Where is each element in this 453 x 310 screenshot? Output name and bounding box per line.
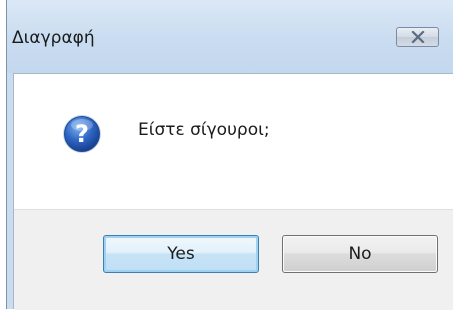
yes-button[interactable]: Yes bbox=[103, 235, 259, 273]
question-icon: ? bbox=[63, 115, 101, 153]
title-bar[interactable]: Διαγραφή bbox=[7, 0, 453, 73]
svg-text:?: ? bbox=[75, 120, 89, 148]
dialog-window: Διαγραφή ? Είστε σίγουροι; Yes No bbox=[6, 0, 453, 310]
close-button[interactable] bbox=[396, 27, 439, 47]
yes-button-label: Yes bbox=[167, 244, 195, 264]
dialog-title: Διαγραφή bbox=[12, 28, 95, 48]
confirm-message: Είστε σίγουροι; bbox=[138, 120, 270, 140]
close-icon bbox=[410, 31, 425, 43]
button-panel: Yes No bbox=[14, 209, 453, 310]
message-area: ? Είστε σίγουροι; bbox=[14, 74, 453, 209]
no-button-label: No bbox=[348, 244, 372, 264]
dialog-body: ? Είστε σίγουροι; Yes No bbox=[13, 73, 453, 310]
no-button[interactable]: No bbox=[282, 235, 438, 273]
